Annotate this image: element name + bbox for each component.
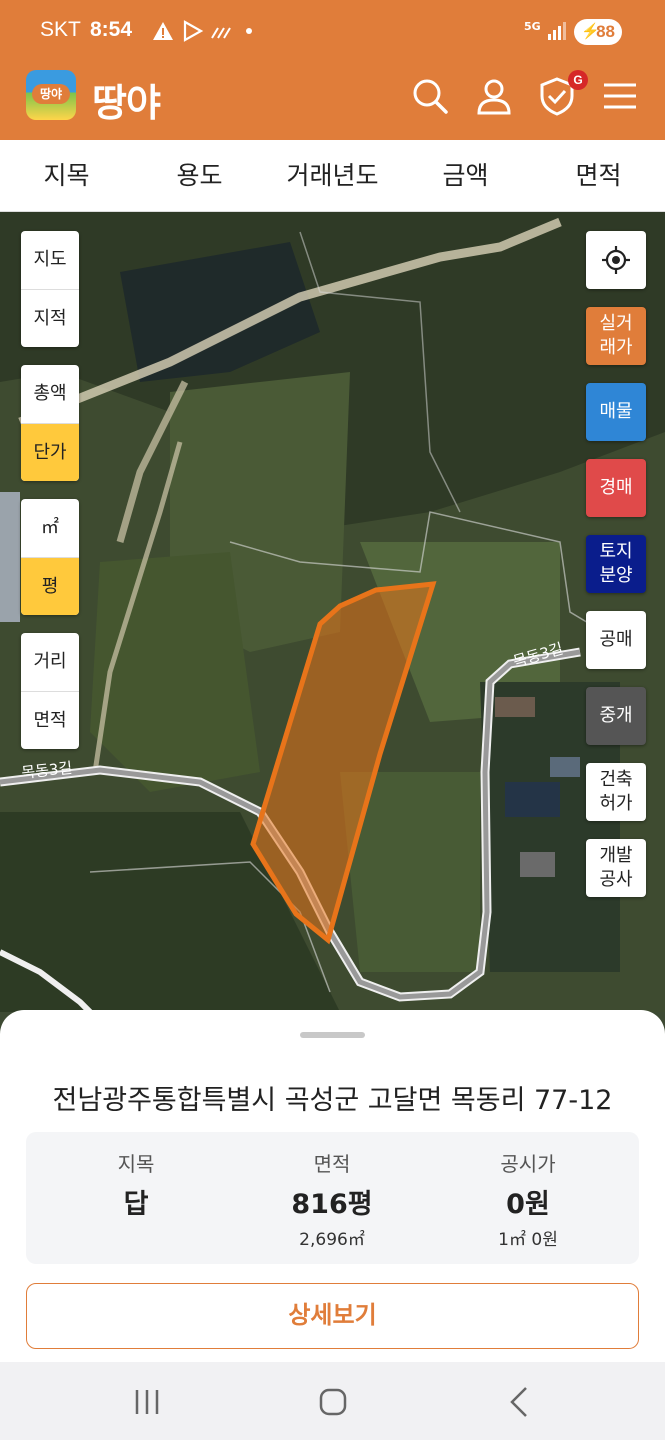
parcel-info-sheet: 전남광주통합특별시 곡성군 고달면 목동리 77-12 지목 답 면적 816평…	[0, 1010, 665, 1362]
play-store-icon	[183, 20, 204, 42]
official-price-per-sqm: 1㎡ 0원	[498, 1230, 558, 1250]
view-details-button[interactable]: 상세보기	[26, 1283, 639, 1349]
system-nav-bar	[0, 1362, 665, 1440]
home-icon[interactable]	[313, 1382, 353, 1422]
unit-sqm-button[interactable]: ㎡	[21, 499, 79, 557]
official-price-value: 0원	[506, 1189, 550, 1220]
building-permit-button[interactable]: 건축 허가	[586, 763, 646, 821]
map-type-cadastral-button[interactable]: 지적	[21, 289, 79, 347]
dot-icon	[246, 28, 252, 34]
area-value: 816평	[291, 1189, 373, 1220]
filter-land-category[interactable]: 지목	[0, 140, 133, 212]
map-type-map-button[interactable]: 지도	[21, 231, 79, 289]
measure-tools: 거리 면적	[21, 633, 79, 749]
filter-trade-year[interactable]: 거래년도	[266, 140, 399, 212]
brokerage-button[interactable]: 중개	[586, 687, 646, 745]
recent-apps-icon[interactable]	[127, 1382, 167, 1422]
map-imagery: 목동3길 목동3길	[0, 212, 665, 1012]
network-type: 5G	[524, 20, 541, 33]
menu-icon[interactable]	[600, 76, 640, 116]
land-category-label: 지목	[117, 1152, 155, 1176]
official-price-label: 공시가	[500, 1152, 556, 1176]
no-signal-icon	[211, 27, 231, 39]
back-icon[interactable]	[500, 1382, 540, 1422]
app-logo[interactable]: 땅야	[26, 70, 76, 120]
land-sale-button[interactable]: 토지 분양	[586, 535, 646, 593]
crosshair-icon	[602, 246, 630, 274]
filter-bar: 지목 용도 거래년도 금액 면적	[0, 140, 665, 212]
my-location-button[interactable]	[586, 231, 646, 289]
parcel-address: 전남광주통합특별시 곡성군 고달면 목동리 77-12	[52, 1085, 613, 1116]
price-mode-toggle: 총액 단가	[21, 365, 79, 481]
unit-toggle: ㎡ 평	[21, 499, 79, 615]
measure-area-button[interactable]: 면적	[21, 691, 79, 749]
listing-button[interactable]: 매물	[586, 383, 646, 441]
status-bar: SKT 8:54 5G ⚡ 88	[0, 0, 665, 64]
app-header: SKT 8:54 5G ⚡ 88 땅야 땅야 G	[0, 0, 665, 140]
user-icon[interactable]	[474, 76, 514, 116]
price-unit-button[interactable]: 단가	[21, 423, 79, 481]
carrier-label: SKT	[40, 18, 81, 41]
satellite-map[interactable]: 목동3길 목동3길 지도 지적 총액 단가 ㎡ 평 거리 면적 실거 래가 매물…	[0, 212, 665, 1012]
battery-indicator: ⚡ 88	[574, 19, 622, 45]
logo-badge: 땅야	[32, 84, 70, 104]
map-type-toggle: 지도 지적	[21, 231, 79, 347]
search-icon[interactable]	[410, 76, 450, 116]
auction-button[interactable]: 경매	[586, 459, 646, 517]
price-total-button[interactable]: 총액	[21, 365, 79, 423]
charging-icon: ⚡	[581, 23, 600, 40]
brand-name[interactable]: 땅야	[92, 72, 161, 127]
parcel-summary: 지목 답 면적 816평 2,696㎡ 공시가 0원 1㎡ 0원	[26, 1132, 639, 1264]
public-auction-button[interactable]: 공매	[586, 611, 646, 669]
unit-pyeong-button[interactable]: 평	[21, 557, 79, 615]
signal-icon	[548, 22, 566, 40]
filter-price[interactable]: 금액	[399, 140, 532, 212]
sheet-drag-handle[interactable]	[300, 1032, 365, 1038]
notification-badge: G	[568, 70, 588, 90]
development-work-button[interactable]: 개발 공사	[586, 839, 646, 897]
land-category-value: 답	[123, 1189, 149, 1220]
filter-usage[interactable]: 용도	[133, 140, 266, 212]
warning-icon	[153, 22, 173, 40]
area-sqm: 2,696㎡	[299, 1230, 365, 1250]
filter-area[interactable]: 면적	[532, 140, 665, 212]
area-label: 면적	[313, 1152, 351, 1176]
status-time: 8:54	[90, 18, 133, 41]
measure-distance-button[interactable]: 거리	[21, 633, 79, 691]
real-price-button[interactable]: 실거 래가	[586, 307, 646, 365]
